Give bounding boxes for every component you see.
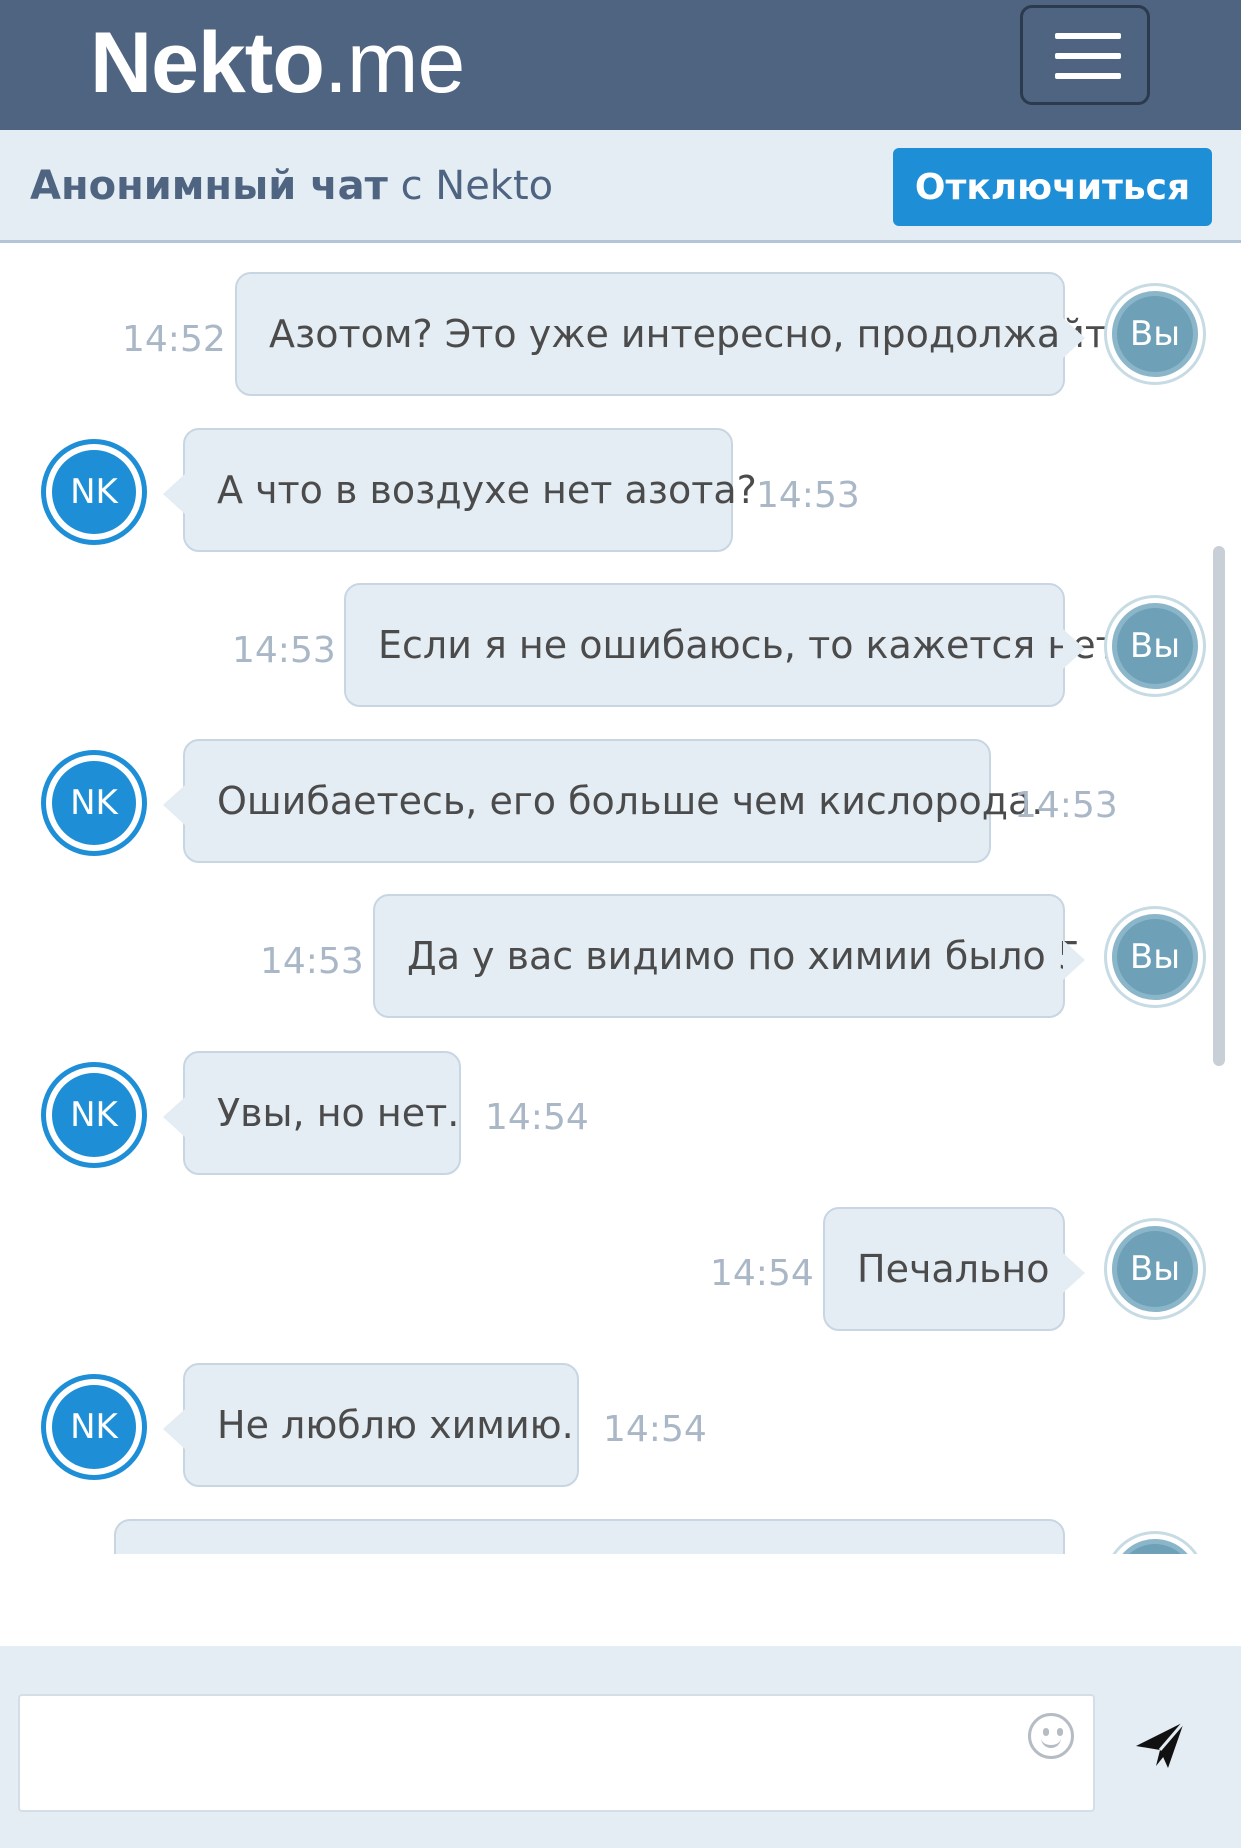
menu-button[interactable] [1020, 5, 1150, 105]
message-bubble-mine: Печально [823, 1207, 1085, 1331]
chat-title-main: Анонимный чат [30, 163, 388, 209]
hamburger-icon-bar [1055, 53, 1121, 59]
emoji-eye-right [1057, 1728, 1063, 1736]
avatar-you: Вы [1107, 1221, 1203, 1317]
chat-title: Анонимный чат с Nekto [30, 158, 553, 214]
message-time: 14:53 [756, 475, 860, 516]
disconnect-button[interactable]: Отключиться [893, 148, 1212, 226]
emoji-smile-icon[interactable] [1028, 1713, 1074, 1759]
brand-name: Nekto [90, 15, 325, 111]
message-bubble-partial [114, 1519, 1065, 1554]
message-time: 14:52 [122, 319, 226, 360]
message-bubble-theirs: Не люблю химию. [163, 1363, 579, 1487]
message-bubble-theirs: А что в воздухе нет азота? [163, 428, 757, 552]
avatar-you: Вы [1107, 286, 1203, 382]
message-bubble-theirs: Ошибаетесь, его больше чем кислорода. [163, 739, 1043, 863]
avatar-nekto: NK [46, 755, 142, 851]
chat-subheader: Анонимный чат с Nekto Отключиться [0, 130, 1241, 243]
message-time: 14:54 [710, 1253, 814, 1294]
brand-domain: .me [323, 15, 465, 111]
message-bubble-mine: Если я не ошибаюсь, то кажется нет [344, 583, 1118, 707]
emoji-mouth [1041, 1738, 1061, 1748]
message-list[interactable]: 14:52 Азотом? Это уже интересно, продолж… [0, 246, 1241, 1554]
message-bubble-theirs: Увы, но нет. [163, 1051, 461, 1175]
message-time: 14:53 [260, 941, 364, 982]
send-paper-plane-icon[interactable] [1134, 1720, 1186, 1770]
emoji-eye-left [1043, 1728, 1049, 1736]
chat-scrollbar[interactable] [1213, 546, 1225, 1066]
chat-title-partner: с Nekto [400, 163, 554, 209]
hamburger-icon [1055, 33, 1121, 39]
avatar-you: Вы [1107, 598, 1203, 694]
chat-page: Nekto.me Анонимный чат с Nekto Отключить… [0, 0, 1241, 1848]
avatar-nekto: NK [46, 1379, 142, 1475]
avatar-nekto: NK [46, 1067, 142, 1163]
message-time: 14:53 [1014, 785, 1118, 826]
avatar-you: Вы [1107, 909, 1203, 1005]
hamburger-icon-bar [1055, 73, 1121, 79]
avatar-you-partial [1107, 1534, 1203, 1554]
top-navbar: Nekto.me [0, 0, 1241, 130]
avatar-nekto: NK [46, 444, 142, 540]
message-input[interactable] [18, 1694, 1095, 1812]
message-bubble-mine: Азотом? Это уже интересно, продолжайте [235, 272, 1130, 396]
brand-logo[interactable]: Nekto.me [90, 8, 465, 118]
message-time: 14:54 [485, 1097, 589, 1138]
message-time: 14:53 [232, 630, 336, 671]
message-time: 14:54 [603, 1409, 707, 1450]
message-bubble-mine: Да у вас видимо по химии было 5 [373, 894, 1085, 1018]
